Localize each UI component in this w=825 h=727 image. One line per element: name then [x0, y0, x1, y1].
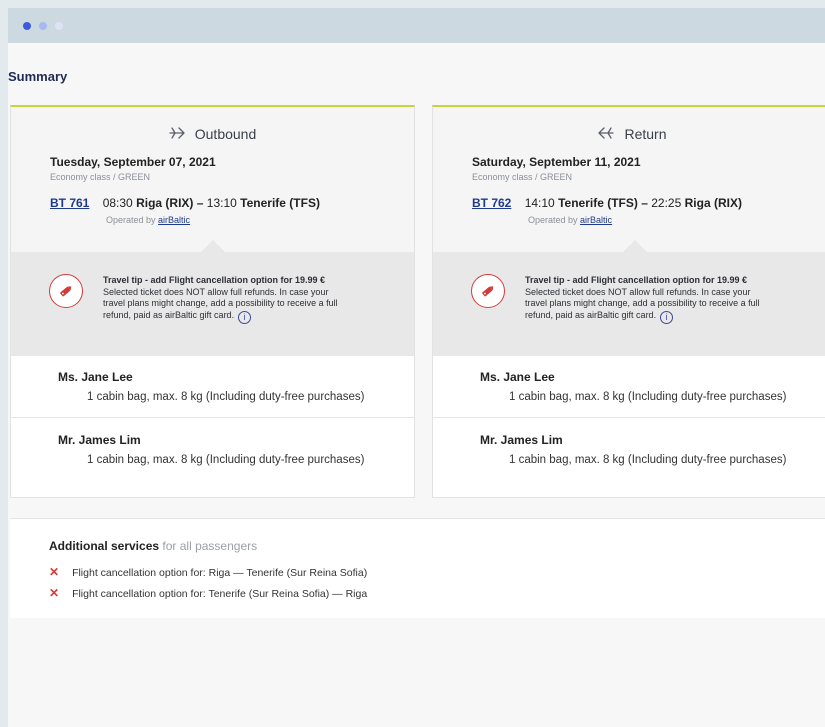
page-title: Summary — [8, 69, 68, 84]
travel-tip: Travel tip - add Flight cancellation opt… — [11, 252, 414, 356]
passenger-name: Mr. James Lim — [58, 433, 141, 447]
return-card: Return Saturday, September 11, 2021 Econ… — [432, 105, 825, 498]
additional-services: Additional services for all passengers ✕… — [10, 518, 825, 618]
service-label: Flight cancellation option for: Riga — T… — [72, 567, 368, 579]
operated-by: Operated by airBaltic — [106, 215, 190, 225]
plane-right-icon — [169, 126, 185, 145]
flight-number-link[interactable]: BT 761 — [50, 196, 89, 210]
tip-text: Travel tip - add Flight cancellation opt… — [525, 275, 800, 324]
operated-by: Operated by airBaltic — [528, 215, 612, 225]
tip-line: refund, paid as airBaltic gift card. — [103, 309, 235, 320]
tip-title: Travel tip - add Flight cancellation opt… — [103, 275, 326, 285]
outbound-header: Outbound Tuesday, September 07, 2021 Eco… — [11, 107, 414, 252]
tip-line: Selected ticket does NOT allow full refu… — [525, 286, 751, 297]
info-icon[interactable]: i — [660, 310, 674, 324]
operated-by-label: Operated by — [528, 215, 578, 225]
window-titlebar — [8, 8, 825, 43]
departure-city: Tenerife (TFS) — [558, 196, 638, 210]
operated-by-label: Operated by — [106, 215, 156, 225]
tip-notch — [623, 240, 647, 252]
service-item: ✕ Flight cancellation option for: Riga — … — [49, 565, 367, 579]
flight-date: Saturday, September 11, 2021 — [472, 155, 641, 169]
travel-tip: Travel tip - add Flight cancellation opt… — [433, 252, 825, 356]
outbound-card: Outbound Tuesday, September 07, 2021 Eco… — [10, 105, 415, 498]
flight-row: BT 762 14:10 Tenerife (TFS) – 22:25 Riga… — [472, 196, 742, 210]
baggage-info: 1 cabin bag, max. 8 kg (Including duty-f… — [509, 391, 787, 403]
passenger-name: Mr. James Lim — [480, 433, 563, 447]
x-icon[interactable]: ✕ — [49, 586, 59, 600]
tag-icon — [471, 274, 505, 308]
arrival-city: Riga (RIX) — [684, 196, 742, 210]
service-label: Flight cancellation option for: Tenerife… — [72, 588, 368, 600]
operator-link[interactable]: airBaltic — [158, 215, 190, 225]
tip-line: travel plans might change, add a possibi… — [103, 298, 338, 308]
passenger-row: Mr. James Lim 1 cabin bag, max. 8 kg (In… — [433, 419, 825, 481]
flight-number-link[interactable]: BT 762 — [472, 196, 511, 210]
fare-class: Economy class / GREEN — [472, 172, 573, 182]
browser-window: Summary Outbound Tuesday, September 07, … — [8, 8, 825, 727]
return-direction: Return — [433, 126, 825, 145]
direction-label: Return — [624, 126, 667, 142]
operator-link[interactable]: airBaltic — [580, 215, 612, 225]
tip-line: travel plans might change, add a possibi… — [525, 298, 760, 308]
fare-class: Economy class / GREEN — [50, 172, 151, 182]
window-dot[interactable] — [23, 21, 31, 30]
plane-left-icon — [598, 126, 615, 145]
flight-row: BT 761 08:30 Riga (RIX) – 13:10 Tenerife… — [50, 196, 320, 210]
tip-title: Travel tip - add Flight cancellation opt… — [525, 275, 748, 285]
passenger-row: Mr. James Lim 1 cabin bag, max. 8 kg (In… — [11, 419, 414, 481]
outbound-direction: Outbound — [11, 126, 414, 145]
window-dot[interactable] — [39, 21, 47, 30]
section-subtitle: for all passengers — [162, 539, 258, 553]
baggage-info: 1 cabin bag, max. 8 kg (Including duty-f… — [87, 391, 365, 403]
info-icon[interactable]: i — [238, 310, 252, 324]
arrival-city: Tenerife (TFS) — [240, 196, 320, 210]
route-dash: – — [641, 196, 648, 210]
window-dot[interactable] — [55, 21, 63, 30]
departure-time: 08:30 — [102, 196, 133, 210]
arrival-time: 13:10 — [206, 196, 237, 210]
passenger-name: Ms. Jane Lee — [480, 370, 555, 384]
service-item: ✕ Flight cancellation option for: Tenerif… — [49, 586, 367, 600]
tip-notch — [201, 240, 225, 252]
direction-label: Outbound — [194, 126, 257, 142]
passenger-row: Ms. Jane Lee 1 cabin bag, max. 8 kg (Inc… — [11, 356, 414, 418]
route-dash: – — [196, 196, 204, 210]
tip-text: Travel tip - add Flight cancellation opt… — [103, 275, 378, 324]
section-title: Additional services — [49, 539, 160, 553]
departure-time: 14:10 — [524, 196, 555, 210]
tag-icon — [49, 274, 83, 308]
additional-services-title: Additional services for all passengers — [49, 539, 257, 553]
passenger-row: Ms. Jane Lee 1 cabin bag, max. 8 kg (Inc… — [433, 356, 825, 418]
baggage-info: 1 cabin bag, max. 8 kg (Including duty-f… — [509, 454, 787, 466]
arrival-time: 22:25 — [651, 196, 682, 210]
x-icon[interactable]: ✕ — [49, 565, 59, 579]
flight-date: Tuesday, September 07, 2021 — [50, 155, 216, 169]
return-header: Return Saturday, September 11, 2021 Econ… — [433, 107, 825, 252]
baggage-info: 1 cabin bag, max. 8 kg (Including duty-f… — [87, 454, 365, 466]
tip-line: refund, paid as airBaltic gift card. — [525, 309, 657, 320]
departure-city: Riga (RIX) — [136, 196, 194, 210]
tip-line: Selected ticket does NOT allow full refu… — [103, 286, 329, 297]
passenger-name: Ms. Jane Lee — [58, 370, 133, 384]
